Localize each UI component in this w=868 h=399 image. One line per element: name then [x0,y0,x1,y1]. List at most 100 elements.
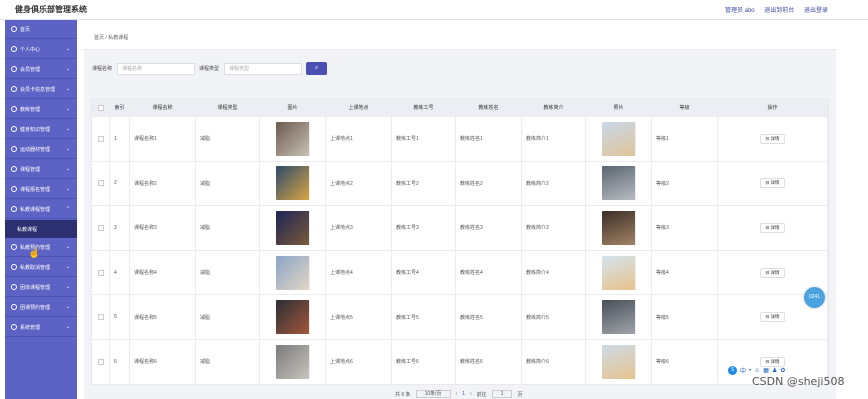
detail-button[interactable]: ⊟ 详情 [760,133,785,144]
detail-button[interactable]: ⊟ 详情 [760,312,785,323]
cell-index: 3 [110,206,130,250]
cell-photo [586,295,652,339]
table-row[interactable]: 6 课程名称6 减脂 上课地点6 教练工号6 教练姓名6 教练简介6 等级6 ⊟ 详情 [92,338,828,384]
cell-course-name: 课程名称5 [130,295,196,339]
col-header-place[interactable]: 上课地点 [326,99,392,116]
sidebar-item-private-courses[interactable]: 私教课程管理 ⌃ [5,200,77,219]
table-row[interactable]: 1 课程名称1 减脂 上课地点1 教练工号1 教练姓名1 教练简介1 等级1 ⊟ 详情 [92,116,828,161]
col-header-name[interactable]: 课程名称 [130,99,196,116]
skin-icon[interactable]: ♟ [772,367,777,374]
chevron-down-icon: ⌄ [65,86,70,92]
sidebar-item-member-cards[interactable]: 会员卡信息管理 ⌄ [5,80,77,99]
detail-button[interactable]: ⊟ 详情 [760,267,785,278]
settings-icon[interactable]: ✿ [780,367,785,374]
sidebar-item-fitness-knowledge[interactable]: 健身知识管理 ⌄ [5,120,77,139]
page-number[interactable]: 1 [462,391,465,397]
sidebar-item-private-booking[interactable]: 私教预约管理 ⌄ [5,238,77,257]
col-header-photo[interactable]: 照片 [586,99,652,116]
col-header-image[interactable]: 图片 [260,99,326,116]
table-row[interactable]: 2 课程名称2 减脂 上课地点2 教练工号2 教练姓名2 教练简介2 等级2 ⊟ 详情 [92,160,828,206]
col-header-type[interactable]: 课程类型 [196,99,260,116]
sidebar-item-label: 系统管理 [20,324,41,331]
chevron-down-icon: ⌄ [65,304,70,310]
row-checkbox[interactable] [97,314,104,321]
table-body: 1 课程名称1 减脂 上课地点1 教练工号1 教练姓名1 教练简介1 等级1 ⊟ 详情 2 课程名称… [92,116,828,384]
top-bar: 健身俱乐部管理系统 管理员 abo 退出到前台 退出登录 [0,0,868,20]
prev-page-icon[interactable]: ‹ [456,391,458,397]
menu-icon [11,106,17,112]
front-link[interactable]: 退出到前台 [764,8,794,14]
cell-course-type: 减脂 [196,250,260,295]
sidebar-item-private-cancel[interactable]: 私教取消管理 ⌄ [5,258,77,277]
sidebar-item-home[interactable]: 首页 [5,20,77,39]
cell-course-name: 课程名称2 [130,161,196,206]
cell-coach-name: 教练姓名4 [456,250,522,295]
row-checkbox[interactable] [97,269,104,276]
punctuation-icon[interactable]: • [749,368,751,374]
coach-photo [601,121,636,156]
goto-input[interactable]: 1 [491,390,513,398]
table-row[interactable]: 5 课程名称5 减脂 上课地点5 教练工号5 教练姓名5 教练简介5 等级5 ⊟ 详情 [92,294,828,339]
row-checkbox[interactable] [97,180,104,187]
cell-action: ⊟ 详情 [718,117,828,161]
col-header-index[interactable]: 索引 [110,99,130,116]
breadcrumb-home[interactable]: 首页 [94,35,104,41]
course-type-input[interactable]: 课程类型 [224,62,303,75]
row-checkbox[interactable] [97,358,104,365]
col-header-level[interactable]: 等级 [652,99,718,116]
pointer-cursor-icon: ☝ [28,248,41,259]
row-checkbox[interactable] [97,224,104,231]
cell-coach-no: 教练工号6 [392,339,456,384]
col-header-coach-name[interactable]: 教练姓名 [456,99,522,116]
cell-course-name: 课程名称1 [130,117,196,161]
page-size-select[interactable]: 10条/页 [415,390,451,398]
course-image [275,121,310,156]
breadcrumb-separator: / [105,35,107,41]
course-image [275,344,310,379]
cell-level: 等级2 [652,161,718,206]
detail-button[interactable]: ⊟ 详情 [760,178,785,189]
watermark: CSDN @sheji508 [752,375,845,388]
row-select-cell [92,206,110,250]
sogou-icon[interactable]: S [728,366,737,375]
sidebar-item-label: 团课预约管理 [20,304,51,311]
cell-course-name: 课程名称4 [130,250,196,295]
select-all-checkbox[interactable] [97,104,104,111]
logout-link[interactable]: 退出登录 [804,8,828,14]
sidebar-item-profile[interactable]: 个人中心 ⌄ [5,40,77,59]
cell-action: ⊟ 详情 [718,206,828,250]
row-checkbox[interactable] [97,135,104,142]
sidebar-item-system[interactable]: 系统管理 ⌄ [5,318,77,337]
chinese-mode-icon[interactable]: 中 [740,366,746,375]
sidebar-item-courses[interactable]: 课程管理 ⌄ [5,160,77,179]
sidebar-item-coaches[interactable]: 教练管理 ⌄ [5,100,77,119]
cell-photo [586,250,652,295]
sidebar-subitem-private-course[interactable]: 私教课程 [5,220,77,238]
sidebar: 首页 个人中心 ⌄ 会员管理 ⌄ 会员卡信息管理 ⌄ 教练管理 ⌄ 健身知识管理 ⌄ 运动… [5,20,77,399]
menu-icon [11,244,17,250]
search-button[interactable]: ⌕ [306,62,328,75]
cell-coach-name: 教练姓名3 [456,206,522,250]
cell-level: 等级6 [652,339,718,384]
table-row[interactable]: 4 课程名称4 减脂 上课地点4 教练工号4 教练姓名4 教练简介4 等级4 ⊟ 详情 [92,249,828,295]
col-header-coach-no[interactable]: 教练工号 [392,99,456,116]
chevron-down-icon: ⌄ [65,244,70,250]
next-page-icon[interactable]: › [470,391,472,397]
sidebar-item-members[interactable]: 会员管理 ⌄ [5,60,77,79]
table-row[interactable]: 3 课程名称3 减脂 上课地点3 教练工号3 教练姓名3 教练简介3 等级3 ⊟ 详情 [92,205,828,250]
table-header: 索引 课程名称 课程类型 图片 上课地点 教练工号 教练姓名 教练简介 照片 等… [92,99,828,116]
course-name-input[interactable]: 课程名称 [117,62,196,75]
menu-icon [11,126,17,132]
sidebar-item-course-signup[interactable]: 课程报名管理 ⌄ [5,180,77,199]
detail-button[interactable]: ⊟ 详情 [760,222,785,233]
emoji-icon[interactable]: ☺ [754,368,760,374]
col-header-coach-intro[interactable]: 教练简介 [522,99,586,116]
sidebar-item-equipment[interactable]: 运动器材管理 ⌄ [5,140,77,159]
floating-badge[interactable]: 0241 [804,287,825,308]
main-content: 首页 / 私教课程 课程名称 课程名称 课程类型 课程类型 ⌕ 索引 课程名称 … [84,24,836,399]
sidebar-item-label: 私教课程管理 [20,206,51,213]
sidebar-item-group-booking[interactable]: 团课预约管理 ⌄ [5,298,77,317]
keyboard-icon[interactable]: ▦ [763,367,769,374]
cell-level: 等级5 [652,295,718,339]
sidebar-item-group-courses[interactable]: 团体课程管理 ⌄ [5,278,77,297]
